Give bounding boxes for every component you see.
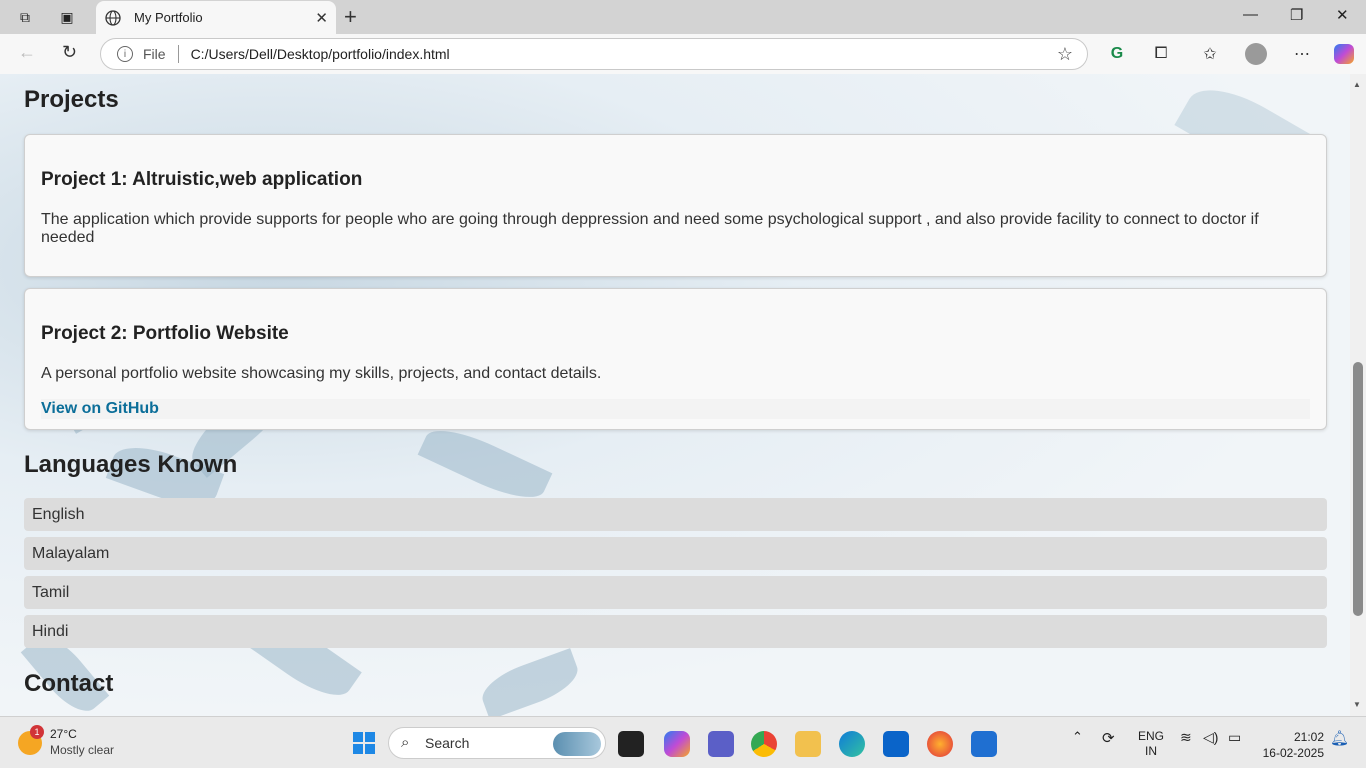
- search-icon: ⌕: [401, 734, 410, 751]
- vertical-scrollbar[interactable]: ▲ ▼: [1350, 74, 1366, 716]
- language-item: English: [24, 498, 1327, 531]
- weather-condition: Mostly clear: [50, 743, 115, 757]
- taskbar-search[interactable]: ⌕ Search: [388, 727, 606, 759]
- globe-icon: [104, 9, 122, 27]
- notification-bell-icon[interactable]: 🔔︎: [1330, 729, 1349, 747]
- sync-icon[interactable]: ⟳: [1102, 729, 1115, 747]
- close-window-button[interactable]: ✕: [1336, 6, 1349, 24]
- profile-avatar[interactable]: [1244, 42, 1268, 66]
- teams-app-icon[interactable]: [708, 731, 734, 757]
- project-card: Project 2: Portfolio Website A personal …: [24, 288, 1327, 430]
- contact-heading: Contact: [24, 670, 114, 697]
- volume-icon[interactable]: ◁): [1203, 729, 1218, 746]
- scrollbar-thumb[interactable]: [1353, 362, 1363, 616]
- chrome-app-icon[interactable]: [751, 731, 777, 757]
- weather-temperature: 27°C: [50, 727, 77, 741]
- firefox-app-icon[interactable]: [927, 731, 953, 757]
- tab-strip: ⧉ ▣ My Portfolio ✕ + — ❐ ✕: [0, 0, 1366, 34]
- chevron-up-icon[interactable]: ⌃: [1072, 729, 1083, 745]
- start-icon[interactable]: [352, 731, 378, 757]
- favorites-icon[interactable]: ✩: [1198, 42, 1222, 66]
- language-item: Tamil: [24, 576, 1327, 609]
- close-tab-icon[interactable]: ✕: [315, 9, 328, 27]
- project-title: Project 1: Altruistic,web application: [41, 169, 363, 190]
- windows-taskbar: 1 27°C Mostly clear ⌕ Search ⌃ ⟳ ENG IN …: [0, 716, 1366, 768]
- store-app-icon[interactable]: [971, 731, 997, 757]
- terminal-app-icon[interactable]: [618, 731, 644, 757]
- grammarly-extension-icon[interactable]: G: [1105, 42, 1129, 66]
- project-card: Project 1: Altruistic,web application Th…: [24, 134, 1327, 277]
- address-separator: [177, 45, 179, 63]
- more-menu-icon[interactable]: ⋯: [1290, 42, 1314, 66]
- input-language[interactable]: ENG IN: [1138, 729, 1164, 759]
- github-link[interactable]: View on GitHub: [41, 399, 1310, 419]
- address-toolbar: ← ↻ i File C:/Users/Dell/Desktop/portfol…: [0, 34, 1366, 74]
- language-code: ENG: [1138, 729, 1165, 743]
- region-code: IN: [1145, 744, 1157, 758]
- projects-heading: Projects: [24, 86, 119, 113]
- outlook-app-icon[interactable]: [883, 731, 909, 757]
- tab-my-portfolio[interactable]: My Portfolio ✕: [96, 1, 336, 34]
- copilot-app-icon[interactable]: [664, 731, 690, 757]
- language-item: Malayalam: [24, 537, 1327, 570]
- system-clock[interactable]: 21:02 16-02-2025: [1252, 729, 1324, 761]
- restore-button[interactable]: ❐: [1290, 6, 1303, 24]
- address-url[interactable]: C:/Users/Dell/Desktop/portfolio/index.ht…: [191, 46, 450, 62]
- project-title: Project 2: Portfolio Website: [41, 323, 289, 344]
- tab-title: My Portfolio: [134, 10, 203, 25]
- refresh-button[interactable]: ↻: [62, 42, 77, 63]
- address-scheme: File: [143, 46, 166, 62]
- vertical-tabs-icon[interactable]: ▣: [56, 6, 78, 28]
- wifi-icon[interactable]: ≋: [1180, 729, 1192, 746]
- scroll-down-icon[interactable]: ▼: [1353, 700, 1361, 709]
- battery-icon[interactable]: ▭: [1228, 729, 1241, 746]
- minimize-button[interactable]: —: [1243, 6, 1258, 23]
- project-description: The application which provide supports f…: [41, 211, 1259, 246]
- new-tab-button[interactable]: +: [344, 4, 357, 30]
- info-icon[interactable]: i: [117, 46, 133, 62]
- scroll-up-icon[interactable]: ▲: [1353, 80, 1361, 89]
- edge-app-icon[interactable]: [839, 731, 865, 757]
- search-highlight-image: [553, 732, 601, 756]
- back-button[interactable]: ←: [18, 42, 36, 63]
- extensions-icon[interactable]: ⧠: [1149, 42, 1173, 66]
- background-leaf: [476, 648, 584, 716]
- search-label: Search: [425, 735, 470, 751]
- weather-badge: 1: [30, 725, 44, 739]
- clock-date: 16-02-2025: [1262, 746, 1324, 760]
- favorite-star-icon[interactable]: ☆: [1057, 44, 1073, 65]
- copilot-icon[interactable]: [1332, 42, 1356, 66]
- workspaces-icon[interactable]: ⧉: [14, 6, 36, 28]
- language-item: Hindi: [24, 615, 1327, 648]
- page-viewport[interactable]: Projects Project 1: Altruistic,web appli…: [0, 74, 1350, 716]
- languages-heading: Languages Known: [24, 451, 238, 478]
- background-leaf: [417, 418, 553, 510]
- clock-time: 21:02: [1293, 730, 1324, 744]
- file-explorer-app-icon[interactable]: [795, 731, 821, 757]
- address-bar[interactable]: i File C:/Users/Dell/Desktop/portfolio/i…: [100, 38, 1088, 70]
- project-description: A personal portfolio website showcasing …: [41, 365, 602, 382]
